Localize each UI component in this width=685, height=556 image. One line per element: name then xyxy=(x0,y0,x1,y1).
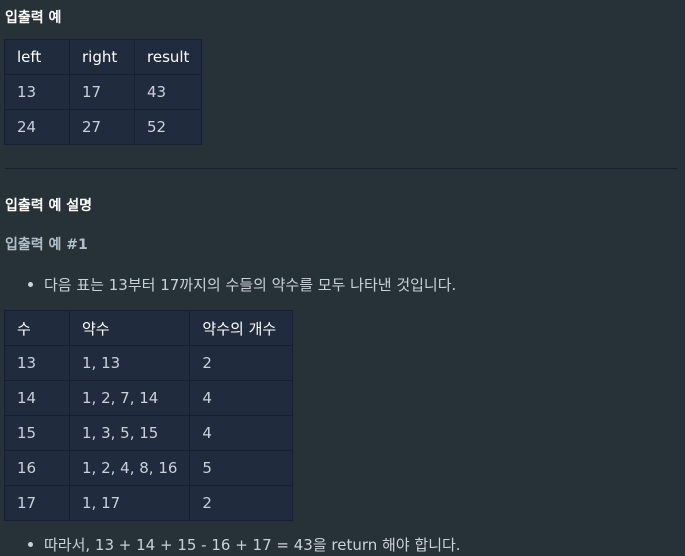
bullet-dot-icon xyxy=(28,542,33,547)
table-row: 13 17 43 xyxy=(4,74,203,110)
table-cell: 2 xyxy=(189,345,294,381)
list-item-text: 다음 표는 13부터 17까지의 수들의 약수를 모두 나타낸 것입니다. xyxy=(44,276,457,294)
section-heading-io-example: 입출력 예 xyxy=(5,10,62,26)
table-row: 15 1, 3, 5, 15 4 xyxy=(4,415,294,451)
table-row: 13 1, 13 2 xyxy=(4,345,294,381)
table-cell: 1, 2, 7, 14 xyxy=(68,380,191,416)
io-example-table: left right result 13 17 43 24 27 52 xyxy=(4,39,203,145)
table-cell: 27 xyxy=(69,109,135,145)
table-cell: 1, 13 xyxy=(68,345,191,381)
section-heading-io-explanation: 입출력 예 설명 xyxy=(5,198,93,214)
table-cell: 17 xyxy=(4,485,70,521)
table-cell: 52 xyxy=(133,109,203,145)
table-cell: 14 xyxy=(4,380,70,416)
table-cell: 5 xyxy=(189,450,294,486)
subheading-io-example-1: 입출력 예 #1 xyxy=(5,237,88,253)
column-header-divisors: 약수 xyxy=(68,310,191,346)
list-item: 다음 표는 13부터 17까지의 수들의 약수를 모두 나타낸 것입니다. xyxy=(28,274,456,295)
table-cell: 43 xyxy=(133,74,203,110)
section-divider xyxy=(5,168,677,169)
bullet-dot-icon xyxy=(28,282,33,287)
table-cell: 1, 2, 4, 8, 16 xyxy=(68,450,191,486)
table-cell: 13 xyxy=(4,345,70,381)
table-cell: 15 xyxy=(4,415,70,451)
table-row: 16 1, 2, 4, 8, 16 5 xyxy=(4,450,294,486)
list-item: 따라서, 13 + 14 + 15 - 16 + 17 = 43을 return… xyxy=(28,534,461,555)
column-header-divisor-count: 약수의 개수 xyxy=(189,310,294,346)
table-row: 14 1, 2, 7, 14 4 xyxy=(4,380,294,416)
column-header-right: right xyxy=(69,39,135,75)
table-row: 17 1, 17 2 xyxy=(4,485,294,521)
table-cell: 4 xyxy=(189,415,294,451)
table-cell: 24 xyxy=(4,109,70,145)
table-cell: 2 xyxy=(189,485,294,521)
table-cell: 1, 17 xyxy=(68,485,191,521)
table-header-row: left right result xyxy=(4,39,203,75)
table-cell: 4 xyxy=(189,380,294,416)
table-row: 24 27 52 xyxy=(4,109,203,145)
table-cell: 1, 3, 5, 15 xyxy=(68,415,191,451)
table-cell: 17 xyxy=(69,74,135,110)
column-header-result: result xyxy=(133,39,203,75)
divisor-table: 수 약수 약수의 개수 13 1, 13 2 14 1, 2, 7, 14 4 … xyxy=(4,310,294,521)
table-cell: 16 xyxy=(4,450,70,486)
list-item-text: 따라서, 13 + 14 + 15 - 16 + 17 = 43을 return… xyxy=(44,536,461,554)
table-header-row: 수 약수 약수의 개수 xyxy=(4,310,294,346)
column-header-left: left xyxy=(4,39,70,75)
column-header-number: 수 xyxy=(4,310,70,346)
table-cell: 13 xyxy=(4,74,70,110)
